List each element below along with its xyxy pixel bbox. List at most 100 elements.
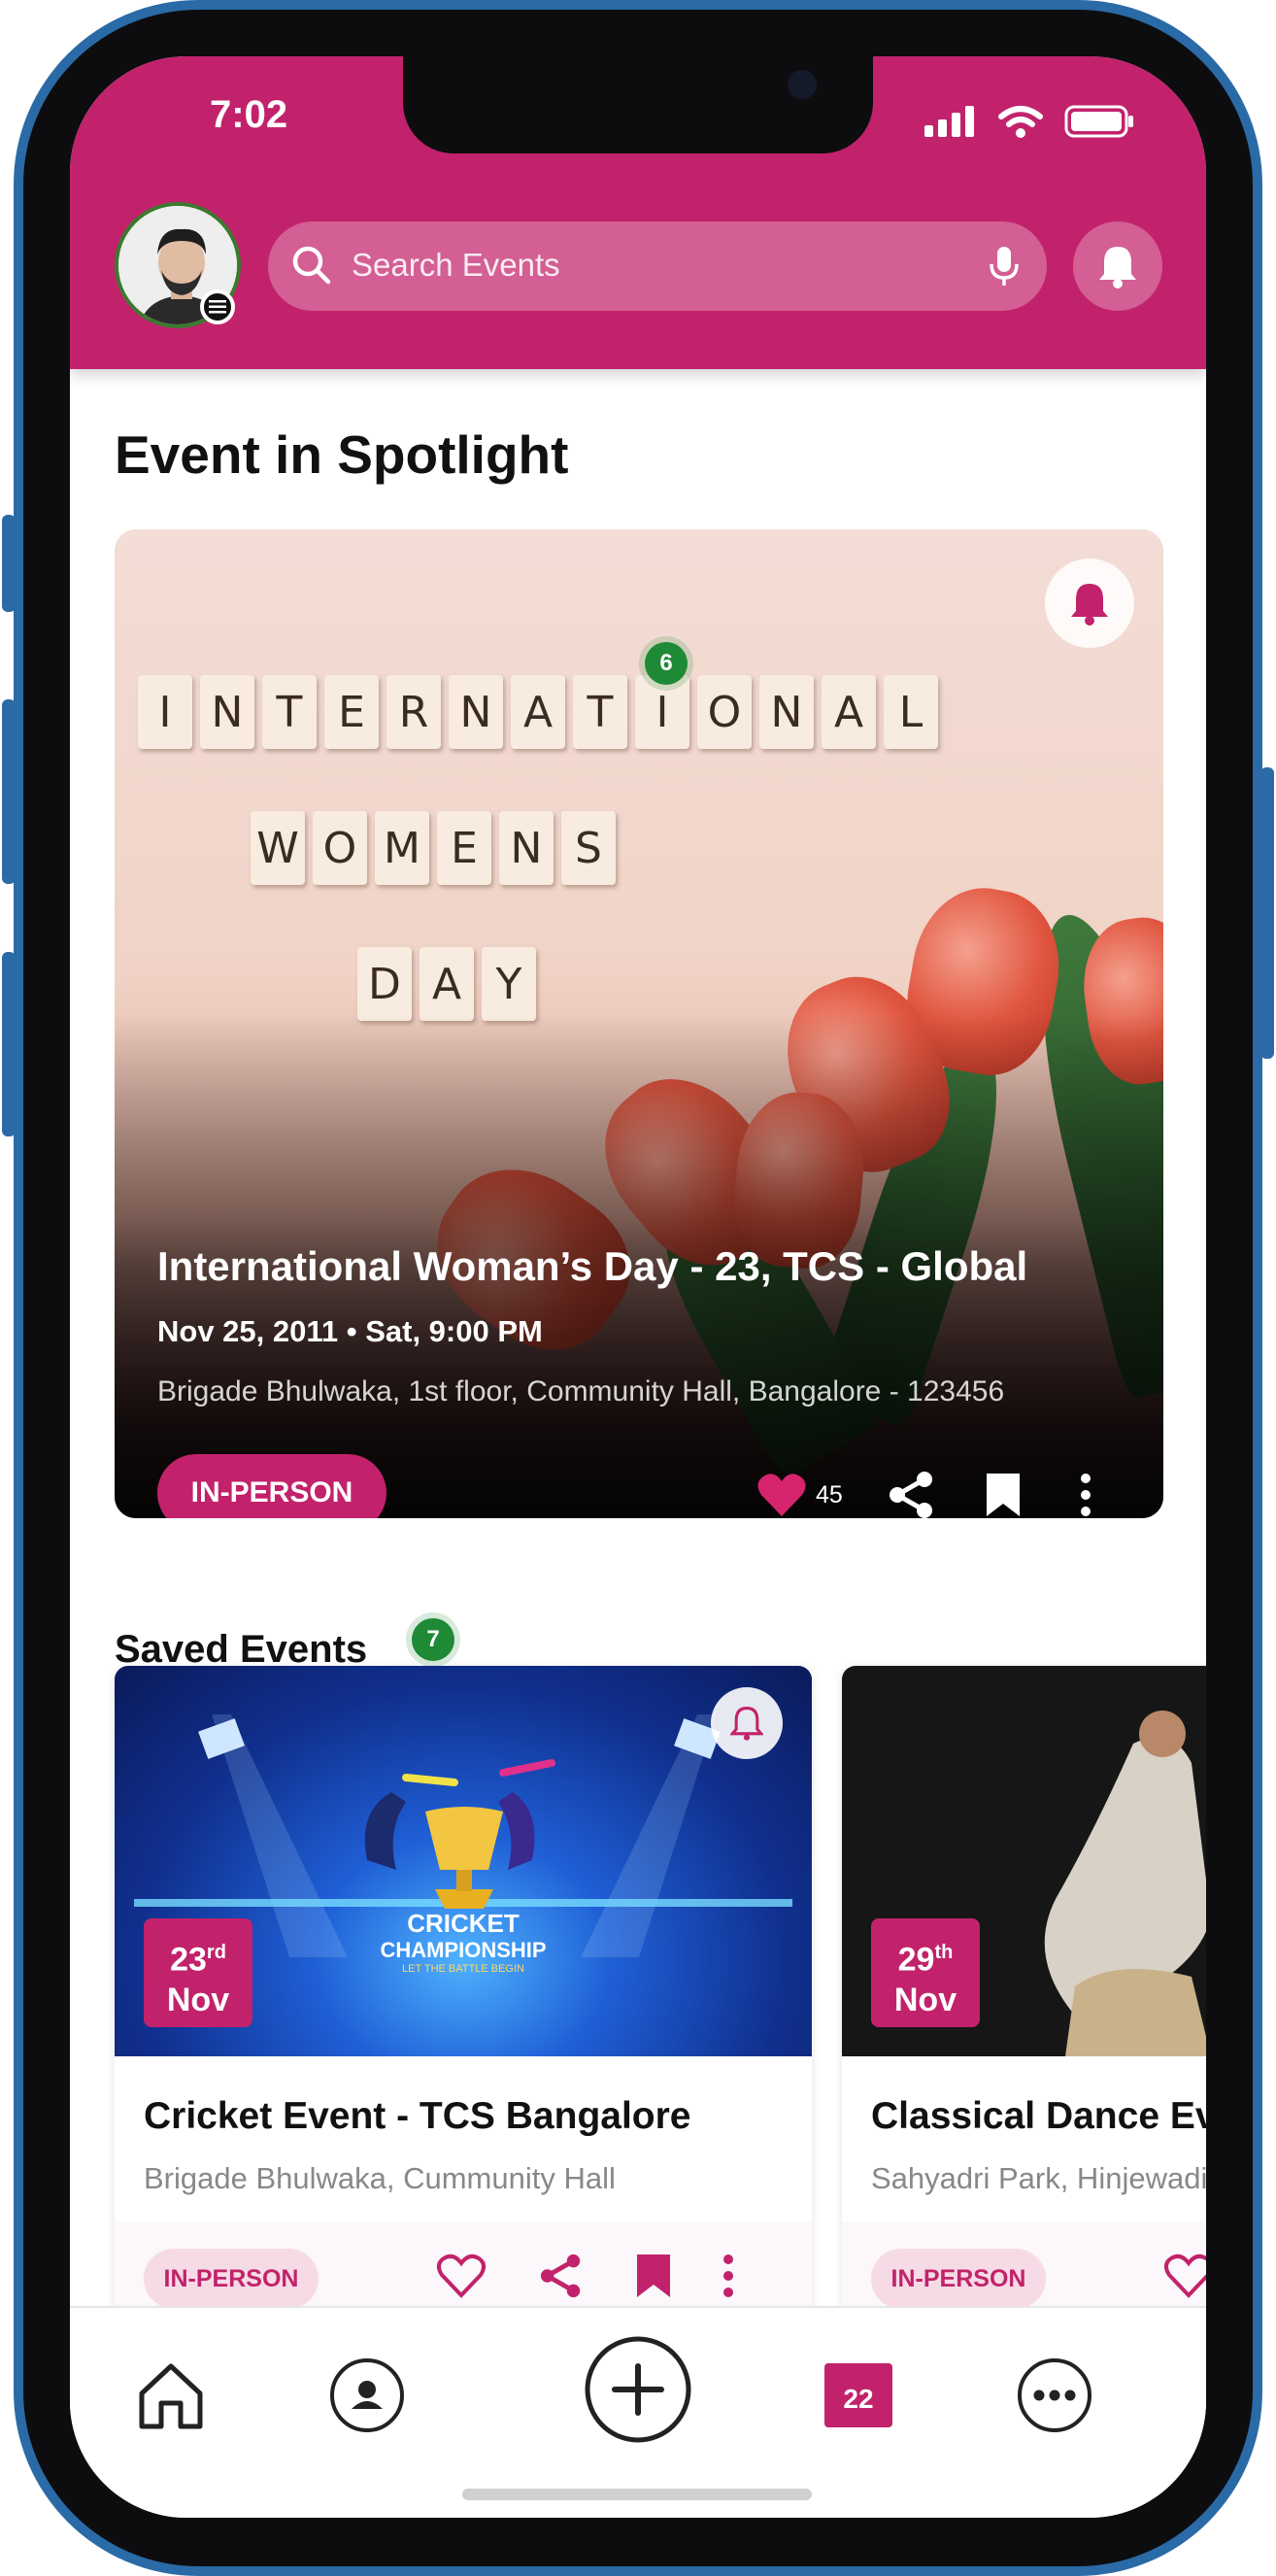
notifications-button[interactable]	[1073, 221, 1162, 311]
spotlight-event-date: Nov 25, 2011 • Sat, 9:00 PM	[157, 1314, 543, 1348]
app-screen: 7:02 Search Events Event in Spotlight I …	[70, 56, 1206, 2518]
spotlight-event-card[interactable]: INTERNATIONAL WOMENS DAY 6 International…	[115, 529, 1163, 1518]
event-location: Sahyadri Park, Hinjewadi	[871, 2161, 1206, 2195]
add-icon	[585, 2336, 691, 2443]
heart-icon[interactable]	[756, 1472, 808, 1518]
letter-tile: R	[386, 675, 441, 749]
dynamic-island	[403, 56, 873, 153]
signal-icon	[924, 106, 974, 137]
letter-tile: W	[251, 811, 305, 885]
bottom-navigation: 22	[70, 2306, 1206, 2518]
letter-tile: N	[499, 811, 554, 885]
letter-tile: T	[262, 675, 317, 749]
volume-down-button	[2, 952, 16, 1136]
spotlight-event-title: International Woman’s Day - 23, TCS - Gl…	[157, 1243, 1028, 1289]
event-mode-badge: IN-PERSON	[157, 1454, 386, 1518]
search-input[interactable]: Search Events	[352, 247, 560, 284]
letter-tile: L	[884, 675, 938, 749]
microphone-icon[interactable]	[987, 243, 1022, 289]
tile-row-1: INTERNATIONAL	[138, 675, 938, 749]
saved-count-badge: 7	[412, 1618, 454, 1661]
event-day-suffix: th	[934, 1942, 954, 1963]
menu-badge-icon[interactable]	[200, 289, 235, 324]
heart-outline-icon[interactable]	[435, 2253, 487, 2299]
letter-tile: I	[138, 675, 192, 749]
event-reminder-button[interactable]	[711, 1687, 783, 1759]
bell-icon	[1071, 584, 1108, 626]
nav-more[interactable]	[1008, 2349, 1101, 2442]
spotlight-event-location: Brigade Bhulwaka, 1st floor, Community H…	[157, 1375, 1005, 1407]
home-icon	[139, 2363, 203, 2429]
spotlight-count-badge: 6	[645, 642, 688, 685]
event-image: 29th Nov	[842, 1666, 1206, 2056]
more-options-icon[interactable]	[1080, 1473, 1091, 1517]
event-title: Cricket Event - TCS Bangalore	[144, 2095, 691, 2137]
camera-icon	[788, 70, 817, 99]
search-bar[interactable]: Search Events	[268, 221, 1047, 311]
bookmark-icon[interactable]	[635, 2253, 672, 2299]
letter-tile: I	[635, 675, 689, 749]
heart-outline-icon[interactable]	[1162, 2253, 1206, 2299]
saved-event-card[interactable]: 29th Nov Classical Dance Ev Sahyadri Par…	[842, 1666, 1206, 2365]
power-button	[1260, 767, 1274, 1059]
bell-outline-icon	[730, 1706, 763, 1741]
event-month: Nov	[893, 1982, 957, 2019]
bookmark-icon[interactable]	[985, 1472, 1022, 1518]
letter-tile: N	[449, 675, 503, 749]
letter-tile: A	[511, 675, 565, 749]
status-time: 7:02	[210, 93, 288, 136]
event-image: CRICKET CHAMPIONSHIP LET THE BATTLE BEGI…	[115, 1666, 812, 2056]
letter-tile: O	[697, 675, 752, 749]
home-indicator	[462, 2489, 812, 2500]
event-day: 29	[897, 1941, 935, 1979]
event-mode-badge: IN-PERSON	[144, 2249, 319, 2309]
bell-icon	[1099, 247, 1136, 288]
saved-event-card[interactable]: CRICKET CHAMPIONSHIP LET THE BATTLE BEGI…	[115, 1666, 812, 2365]
profile-circle-icon	[330, 2358, 404, 2432]
event-title: Classical Dance Ev	[871, 2095, 1206, 2137]
letter-tile: N	[200, 675, 254, 749]
letter-tile: M	[375, 811, 429, 885]
nav-calendar[interactable]: 22	[812, 2349, 905, 2442]
letter-tile: Y	[482, 947, 536, 1021]
spotlight-actions: 45	[756, 1464, 1091, 1518]
event-date-box: 29th Nov	[871, 1918, 980, 2027]
search-icon	[292, 246, 331, 285]
event-month: Nov	[166, 1982, 230, 2019]
wifi-icon	[998, 106, 1043, 138]
tile-row-3: DAY	[357, 947, 536, 1021]
share-icon[interactable]	[888, 1471, 936, 1518]
letter-tile: E	[324, 675, 379, 749]
event-day: 23	[170, 1941, 207, 1979]
spotlight-section-title: Event in Spotlight	[115, 424, 569, 485]
volume-up-button	[2, 699, 16, 884]
event-location: Brigade Bhulwaka, Cummunity Hall	[144, 2161, 616, 2195]
event-day-suffix: rd	[206, 1942, 226, 1963]
letter-tile: S	[561, 811, 616, 885]
nav-home[interactable]	[124, 2349, 218, 2442]
nav-community[interactable]	[320, 2349, 414, 2442]
tile-row-2: WOMENS	[251, 811, 616, 885]
more-horizontal-icon	[1018, 2358, 1091, 2432]
action-button	[2, 515, 16, 612]
event-actions	[435, 2253, 734, 2299]
letter-tile: T	[573, 675, 627, 749]
share-icon[interactable]	[538, 2253, 585, 2299]
letter-tile: O	[313, 811, 367, 885]
letter-tile: E	[437, 811, 491, 885]
event-actions	[1162, 2253, 1206, 2299]
event-mode-badge: IN-PERSON	[871, 2249, 1046, 2309]
like-count: 45	[816, 1480, 843, 1508]
more-options-icon[interactable]	[722, 2254, 734, 2298]
app-header: 7:02 Search Events	[70, 56, 1206, 369]
nav-create-event[interactable]	[580, 2331, 696, 2448]
status-icons	[924, 105, 1134, 138]
calendar-icon: 22	[824, 2363, 892, 2427]
battery-icon	[1064, 105, 1133, 138]
letter-tile: A	[822, 675, 876, 749]
spotlight-reminder-button[interactable]	[1045, 559, 1134, 648]
letter-tile: A	[420, 947, 474, 1021]
letter-tile: D	[357, 947, 412, 1021]
letter-tile: N	[759, 675, 814, 749]
event-date-box: 23rd Nov	[144, 1918, 252, 2027]
